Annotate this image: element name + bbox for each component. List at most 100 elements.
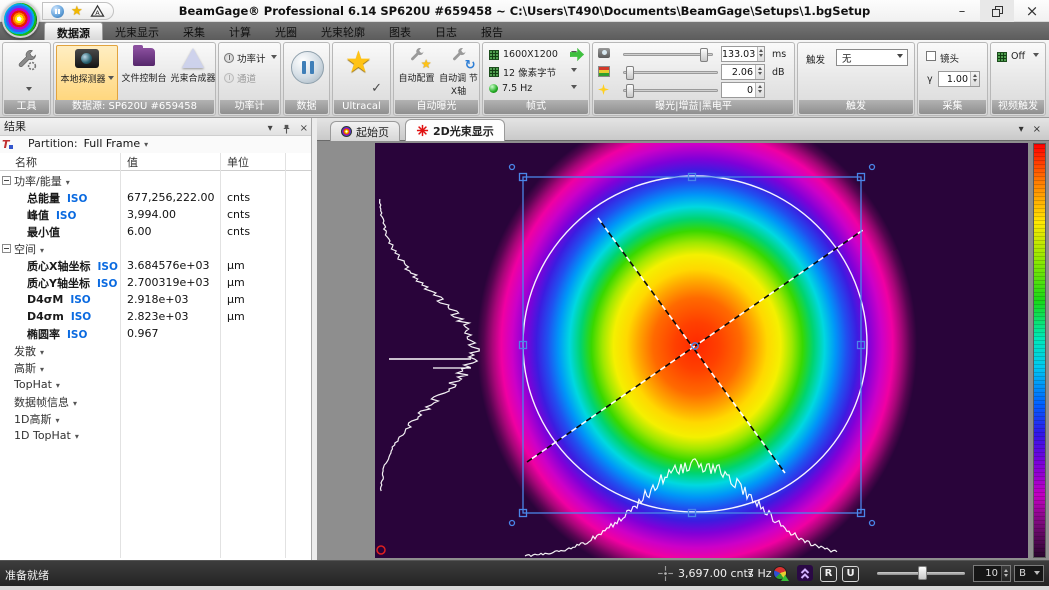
collapse-icon[interactable]	[2, 244, 11, 253]
scale-slider[interactable]	[877, 572, 965, 575]
chevron-down-icon[interactable]: ▾	[56, 381, 60, 390]
results-settings-icon[interactable]: T	[2, 137, 10, 153]
auto-setup-icon[interactable]: A	[90, 4, 105, 18]
zoom-spinbox[interactable]: 10	[973, 565, 1011, 582]
ribbon-tab-光圈[interactable]: 光圈	[263, 22, 309, 40]
ribbon-tab-报告[interactable]: 报告	[469, 22, 515, 40]
autoscale-chevrons-icon[interactable]	[797, 565, 813, 581]
video-trigger-value: Off	[1011, 51, 1025, 62]
results-row-椭圆率[interactable]: 椭圆率ISO0.967	[0, 325, 311, 342]
exposure-spinbox[interactable]: 133.03	[721, 46, 765, 62]
column-header-name[interactable]: 名称	[13, 154, 120, 170]
pause-icon[interactable]	[51, 5, 64, 18]
results-row-峰值[interactable]: 峰值ISO3,994.00cnts	[0, 206, 311, 223]
exposure-slider[interactable]	[623, 53, 713, 56]
results-row-功率/能量[interactable]: 功率/能量▾	[0, 172, 311, 189]
beam-synthesizer-button[interactable]: 光束合成器	[170, 45, 216, 101]
pixel-depth-icon	[489, 67, 499, 77]
reference-button[interactable]: R	[820, 566, 837, 582]
black-level-slider-thumb[interactable]	[626, 84, 634, 98]
power-meter-menu[interactable]: 功率计	[224, 51, 277, 65]
gamma-spinbox[interactable]: 1.00	[938, 71, 980, 87]
pause-acquisition-button[interactable]	[291, 51, 324, 84]
ribbon-tab-数据源[interactable]: 数据源	[44, 22, 103, 40]
minimize-button[interactable]: –	[945, 0, 979, 22]
results-row-最小值[interactable]: 最小值6.00cnts	[0, 223, 311, 240]
spin-arrows-icon[interactable]	[755, 65, 764, 79]
app-logo-icon[interactable]	[2, 1, 39, 38]
black-level-slider[interactable]	[623, 89, 718, 92]
tab-start-page[interactable]: 起始页	[330, 121, 400, 141]
local-detector-button[interactable]: 本地探测器	[56, 45, 118, 101]
tabstrip-menu-icon[interactable]: ▾	[1019, 124, 1024, 135]
scale-mode-dropdown[interactable]: B	[1014, 565, 1044, 582]
chevron-down-icon[interactable]: ▾	[66, 178, 70, 187]
exposure-slider-thumb[interactable]	[700, 48, 708, 62]
ultracal-star-icon[interactable]: ★	[71, 5, 83, 18]
results-row-发散[interactable]: 发散▾	[0, 342, 311, 359]
chevron-down-icon[interactable]: ▾	[75, 432, 79, 441]
close-button[interactable]: ×	[1015, 0, 1049, 22]
results-row-1D TopHat[interactable]: 1D TopHat▾	[0, 427, 311, 444]
results-row-数据帧信息[interactable]: 数据帧信息▾	[0, 393, 311, 410]
gain-slider-thumb[interactable]	[626, 66, 634, 80]
ribbon-tab-采集[interactable]: 采集	[171, 22, 217, 40]
results-row-质心X轴坐标[interactable]: 质心X轴坐标ISO3.684576e+03µm	[0, 257, 311, 274]
scale-slider-thumb[interactable]	[918, 566, 927, 580]
black-level-spinbox[interactable]: 0	[721, 82, 765, 98]
results-row-质心Y轴坐标[interactable]: 质心Y轴坐标ISO2.700319e+03µm	[0, 274, 311, 291]
panel-menu-icon[interactable]: ▾	[268, 120, 273, 137]
panel-close-icon[interactable]: ×	[300, 120, 308, 137]
file-console-button[interactable]: 文件控制台	[118, 45, 170, 101]
intensity-colorbar[interactable]	[1033, 143, 1046, 558]
results-row-D4σM[interactable]: D4σMISO2.918e+03µm	[0, 291, 311, 308]
restore-button[interactable]	[980, 0, 1014, 22]
gain-spinbox[interactable]: 2.06	[721, 64, 765, 80]
partition-row[interactable]: T Partition:Full Frame▾	[0, 136, 311, 153]
spin-arrows-icon[interactable]	[1001, 566, 1010, 581]
ultracal-button[interactable]: ★	[345, 45, 372, 80]
pin-icon[interactable]	[281, 123, 292, 135]
column-header-value[interactable]: 值	[120, 154, 220, 170]
chevron-down-icon[interactable]: ▾	[55, 416, 59, 425]
ribbon-tab-计算[interactable]: 计算	[217, 22, 263, 40]
results-row-空间[interactable]: 空间▾	[0, 240, 311, 257]
chevron-down-icon[interactable]: ▾	[73, 399, 77, 408]
partition-value[interactable]: Full Frame	[84, 137, 141, 150]
ribbon-tab-光束轮廓[interactable]: 光束轮廓	[309, 22, 377, 40]
aperture-handles[interactable]	[510, 165, 875, 526]
beam-2d-image[interactable]	[375, 143, 1028, 558]
trigger-select[interactable]: 无	[836, 49, 908, 66]
units-button[interactable]: U	[842, 566, 859, 582]
spin-arrows-icon[interactable]	[755, 83, 764, 97]
frame-rate-dropdown[interactable]: 7.5 Hz	[489, 81, 577, 96]
ribbon-tab-光束显示[interactable]: 光束显示	[103, 22, 171, 40]
results-row-高斯[interactable]: 高斯▾	[0, 359, 311, 376]
results-row-D4σm[interactable]: D4σmISO2.823e+03µm	[0, 308, 311, 325]
auto-adjust-x-button[interactable]: ↻ 自动调 节X轴	[439, 45, 478, 101]
column-header-unit[interactable]: 单位	[220, 154, 280, 170]
panel-splitter[interactable]	[312, 118, 317, 560]
ribbon-tab-日志[interactable]: 日志	[423, 22, 469, 40]
collapse-icon[interactable]	[2, 176, 11, 185]
results-row-总能量[interactable]: 总能量ISO677,256,222.00cnts	[0, 189, 311, 206]
spin-arrows-icon[interactable]	[757, 47, 764, 61]
wrench-gear-icon[interactable]	[15, 49, 39, 73]
gain-slider[interactable]	[623, 71, 718, 74]
tabstrip-close-icon[interactable]: ×	[1033, 124, 1041, 135]
results-row-TopHat[interactable]: TopHat▾	[0, 376, 311, 393]
resolution-dropdown[interactable]: 1600X1200	[489, 47, 577, 62]
results-row-1D高斯[interactable]: 1D高斯▾	[0, 410, 311, 427]
auto-config-button[interactable]: ★ 自动配置	[397, 45, 436, 101]
pixel-depth-dropdown[interactable]: 12 像素字节	[489, 64, 577, 79]
tab-2d-beam-display[interactable]: 2D光束显示	[405, 119, 505, 141]
tools-dropdown-icon[interactable]	[26, 87, 32, 94]
video-trigger-dropdown[interactable]: Off	[997, 49, 1039, 64]
chevron-down-icon[interactable]: ▾	[40, 348, 44, 357]
spin-arrows-icon[interactable]	[970, 72, 979, 86]
chevron-down-icon[interactable]: ▾	[40, 365, 44, 374]
chevron-down-icon[interactable]: ▾	[40, 246, 44, 255]
lens-checkbox[interactable]	[926, 51, 936, 61]
ribbon-tab-图表[interactable]: 图表	[377, 22, 423, 40]
colormap-wheel-icon[interactable]	[773, 566, 787, 580]
